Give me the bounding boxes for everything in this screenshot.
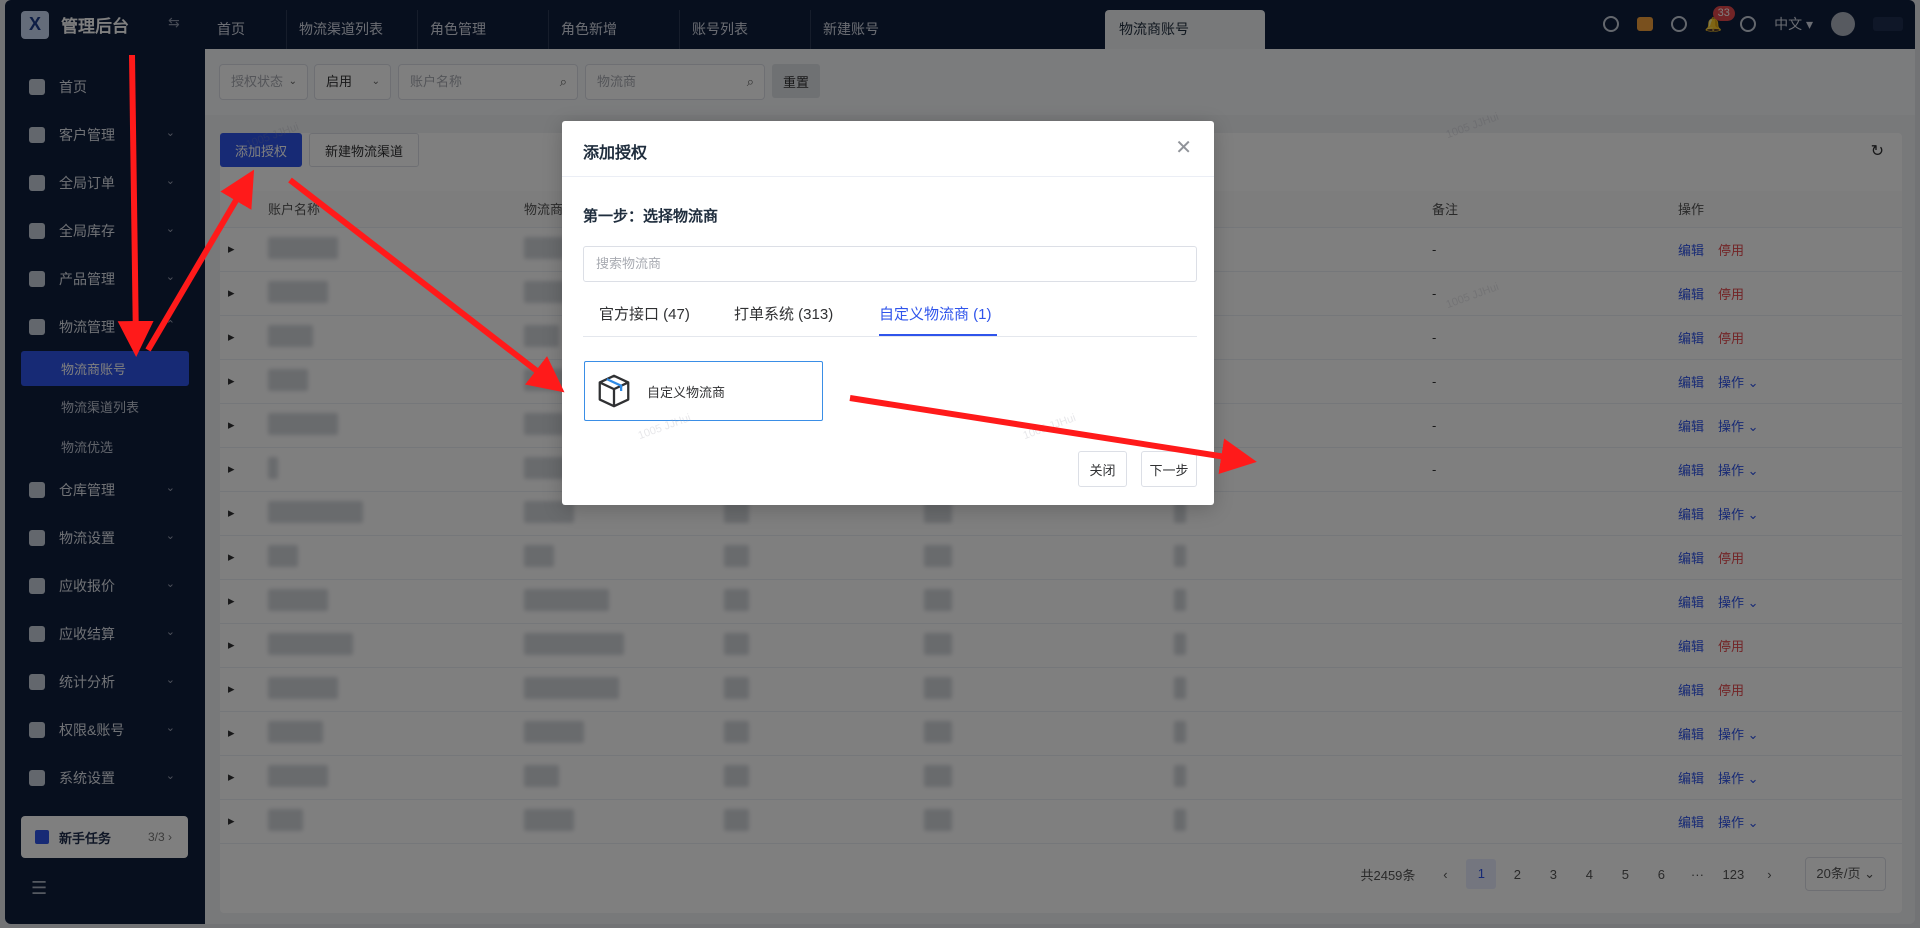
add-auth-dialog: 添加授权 ✕ 第一步：选择物流商 搜索物流商 官方接口 (47) 打单系统 (3… (562, 121, 1214, 505)
carrier-type-tabs: 官方接口 (47) 打单系统 (313) 自定义物流商 (1) (583, 289, 1197, 337)
tab-official-api[interactable]: 官方接口 (47) (599, 303, 690, 324)
carrier-search-input[interactable]: 搜索物流商 (583, 246, 1197, 282)
close-button[interactable]: 关闭 (1078, 451, 1127, 487)
box-icon (598, 374, 630, 408)
carrier-label: 自定义物流商 (647, 384, 726, 400)
custom-carrier-card[interactable]: 自定义物流商 (584, 361, 823, 421)
step-title: 第一步：选择物流商 (583, 208, 719, 225)
active-tab-indicator (879, 334, 997, 336)
tab-label-system[interactable]: 打单系统 (313) (734, 303, 833, 324)
tab-custom-carrier[interactable]: 自定义物流商 (1) (879, 303, 992, 324)
close-icon[interactable]: ✕ (1175, 135, 1192, 160)
dialog-title: 添加授权 (583, 145, 648, 162)
next-step-button[interactable]: 下一步 (1141, 451, 1197, 487)
divider (562, 176, 1214, 177)
